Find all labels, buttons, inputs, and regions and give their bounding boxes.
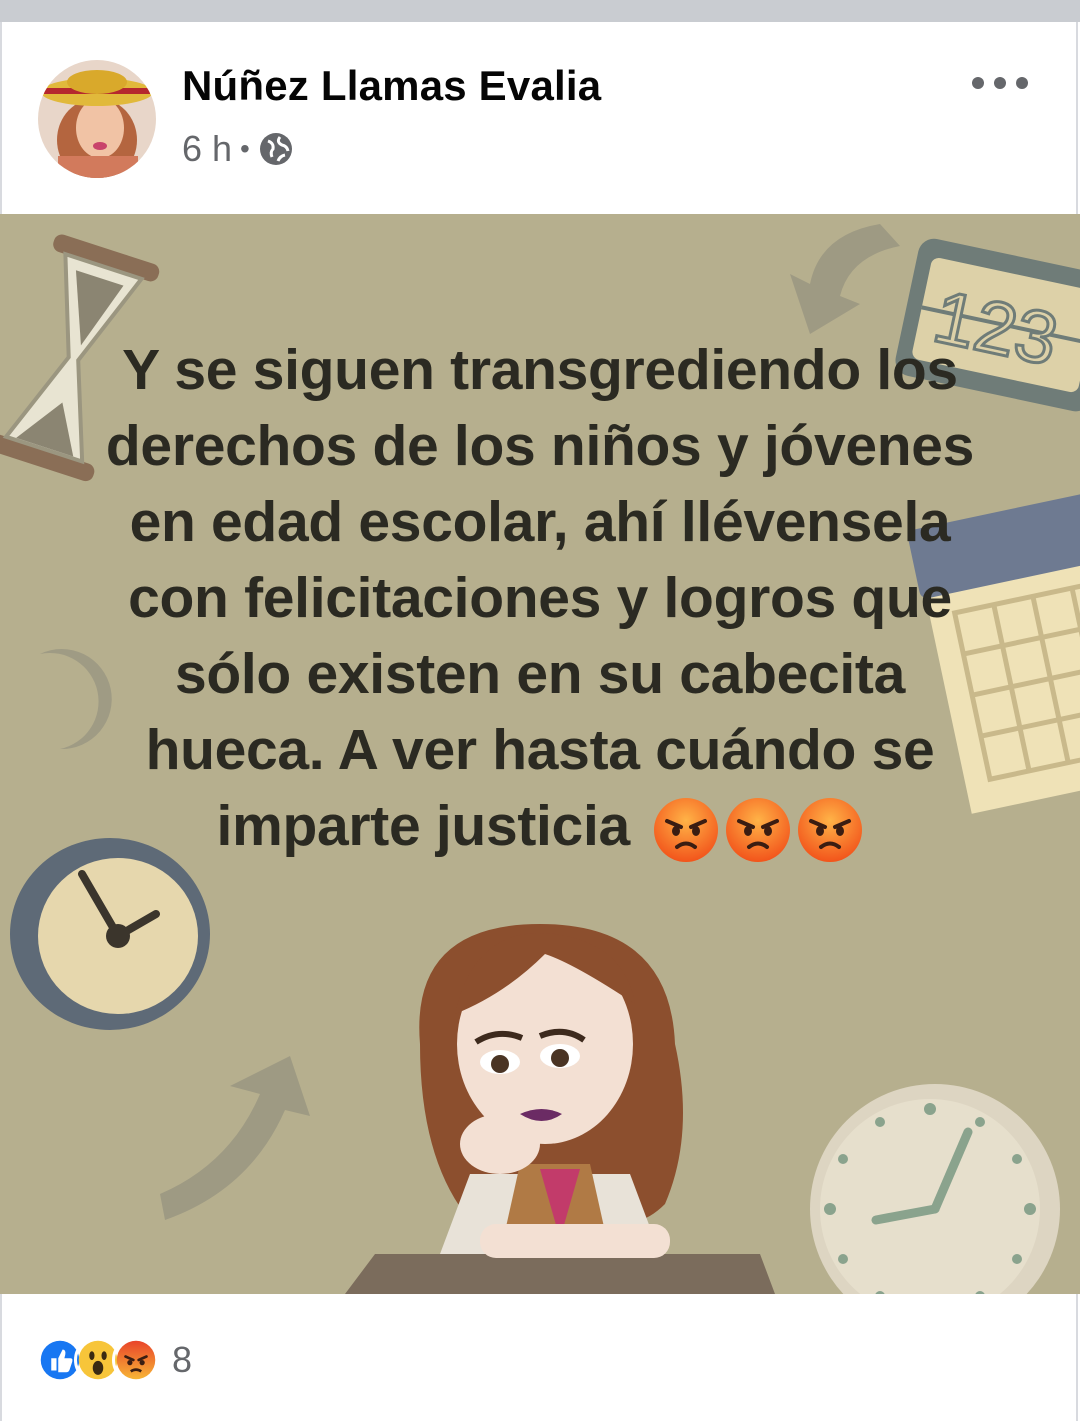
angry-face-emoji: [798, 797, 863, 862]
post-image[interactable]: 123 Y se siguen transgrediendo los derec…: [0, 214, 1080, 1294]
meta-separator: •: [240, 133, 250, 164]
angry-face-emoji: [726, 797, 791, 862]
author-avatar[interactable]: [38, 60, 156, 178]
more-options-icon[interactable]: [972, 72, 1028, 94]
quote-text: Y se siguen transgrediendo los derechos …: [105, 338, 975, 858]
globe-icon: [259, 133, 292, 165]
post-time[interactable]: 6 h: [182, 128, 232, 170]
reactions-summary[interactable]: 8: [36, 1336, 192, 1384]
reaction-count[interactable]: 8: [172, 1339, 192, 1381]
bitmoji-illustration: [419, 924, 683, 1258]
angry-emojis: [653, 797, 863, 863]
author-name[interactable]: Núñez Llamas Evalia: [182, 62, 601, 110]
post-meta: 6 h •: [182, 128, 294, 170]
angry-reaction-icon: [112, 1336, 160, 1384]
image-quote-text: Y se siguen transgrediendo los derechos …: [90, 332, 990, 864]
top-bar: [0, 0, 1080, 22]
angry-face-emoji: [654, 797, 719, 862]
